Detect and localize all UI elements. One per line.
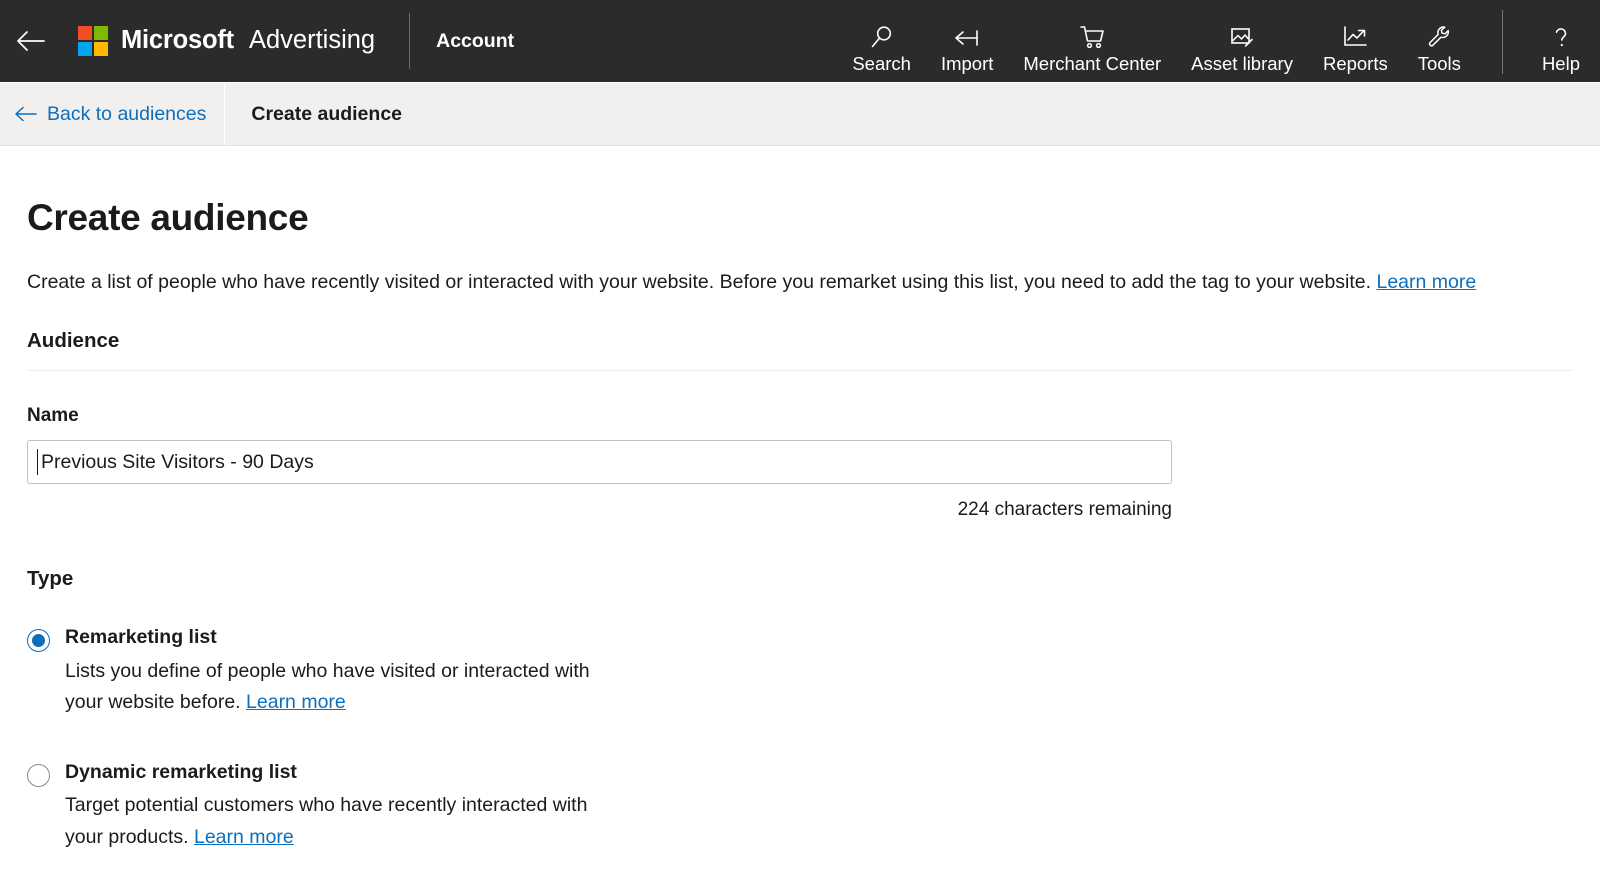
header-back-button[interactable] <box>0 0 62 82</box>
brand-product-text: Advertising <box>248 26 376 55</box>
page-title: Create audience <box>27 197 309 238</box>
page-description-text: Create a list of people who have recentl… <box>27 271 1372 293</box>
breadcrumb-separator <box>224 83 226 145</box>
header-divider-right <box>1501 10 1503 74</box>
line-chart-icon <box>1341 24 1369 50</box>
name-input-wrapper <box>27 440 1172 485</box>
search-icon <box>869 24 895 50</box>
nav-item-search[interactable]: Search <box>837 24 926 74</box>
characters-remaining-counter: 224 characters remaining <box>957 499 1172 521</box>
nav-item-asset-library[interactable]: Asset library <box>1176 24 1308 74</box>
wrench-icon <box>1426 24 1452 50</box>
type-option-dynamic-remarketing-list[interactable]: Dynamic remarketing list Target potentia… <box>27 760 1573 854</box>
breadcrumb-bar: Back to audiences Create audience <box>0 83 1600 146</box>
nav-item-search-label: Search <box>852 52 911 74</box>
nav-item-help[interactable]: Help <box>1527 24 1600 74</box>
nav-item-tools-label: Tools <box>1417 52 1461 74</box>
page-description: Create a list of people who have recentl… <box>27 270 1573 295</box>
nav-item-merchant-center[interactable]: Merchant Center <box>1008 24 1176 74</box>
nav-item-merchant-center-label: Merchant Center <box>1023 52 1162 74</box>
audience-section-title: Audience <box>27 329 120 353</box>
radio-dynamic-remarketing-list-description-text: Target potential customers who have rece… <box>65 794 588 848</box>
radio-dynamic-remarketing-list-label[interactable]: Dynamic remarketing list <box>65 760 610 784</box>
header-nav: Search Import Merchant Center Asset libr… <box>837 0 1600 82</box>
radio-remarketing-list-body: Remarketing list Lists you define of peo… <box>65 625 610 719</box>
nav-item-import[interactable]: Import <box>926 24 1008 74</box>
header-divider-left <box>409 13 411 69</box>
header-account-label[interactable]: Account <box>436 30 514 53</box>
text-cursor <box>37 449 38 476</box>
arrow-left-icon <box>14 105 38 123</box>
type-radio-group: Remarketing list Lists you define of peo… <box>27 625 1573 853</box>
brand-microsoft-text: Microsoft <box>121 26 234 55</box>
radio-dynamic-remarketing-list-description: Target potential customers who have rece… <box>65 790 610 853</box>
type-section-title: Type <box>27 567 74 591</box>
shopping-cart-icon <box>1078 24 1106 50</box>
radio-remarketing-list-label[interactable]: Remarketing list <box>65 625 610 649</box>
breadcrumb-current-page: Create audience <box>251 102 403 125</box>
brand-logo-link[interactable]: Microsoft Advertising <box>78 26 375 56</box>
radio-dynamic-remarketing-list-learn-more-link[interactable]: Learn more <box>194 826 294 848</box>
type-option-remarketing-list[interactable]: Remarketing list Lists you define of peo… <box>27 625 1573 719</box>
microsoft-logo-icon <box>78 26 108 56</box>
radio-remarketing-list[interactable] <box>27 629 50 653</box>
nav-item-help-label: Help <box>1541 52 1580 74</box>
app-header: Microsoft Advertising Account Search Imp… <box>0 0 1600 82</box>
name-field-label: Name <box>27 405 79 427</box>
question-mark-icon <box>1549 24 1573 50</box>
radio-remarketing-list-learn-more-link[interactable]: Learn more <box>246 691 346 713</box>
back-to-audiences-label: Back to audiences <box>47 102 207 125</box>
arrow-left-icon <box>16 30 46 52</box>
nav-item-tools[interactable]: Tools <box>1403 24 1476 74</box>
nav-item-reports-label: Reports <box>1322 52 1388 74</box>
audience-section-divider <box>27 370 1573 372</box>
back-to-audiences-link[interactable]: Back to audiences <box>14 103 224 126</box>
import-arrow-icon <box>952 24 982 50</box>
radio-dynamic-remarketing-list[interactable] <box>27 763 50 787</box>
main-content: Create audience Create a list of people … <box>0 147 1600 892</box>
page-description-learn-more-link[interactable]: Learn more <box>1376 271 1476 293</box>
nav-item-import-label: Import <box>940 52 994 74</box>
nav-item-asset-library-label: Asset library <box>1191 52 1293 74</box>
nav-item-reports[interactable]: Reports <box>1308 24 1403 74</box>
image-edit-icon <box>1228 24 1256 50</box>
radio-remarketing-list-description: Lists you define of people who have visi… <box>65 656 610 719</box>
audience-name-input[interactable] <box>27 440 1172 485</box>
radio-dynamic-remarketing-list-body: Dynamic remarketing list Target potentia… <box>65 760 610 854</box>
